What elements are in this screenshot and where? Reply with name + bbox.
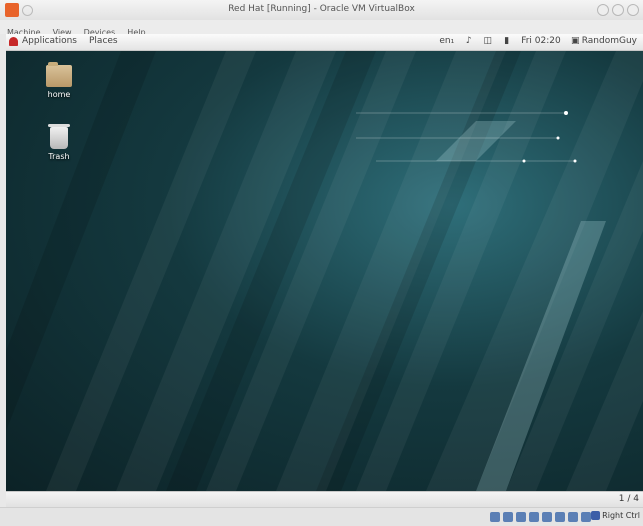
desktop-icon-label: Trash	[48, 152, 70, 161]
shared-folders-icon[interactable]	[529, 512, 539, 522]
host-key-icon	[591, 511, 601, 520]
keyboard-layout-indicator[interactable]: en₁	[439, 36, 454, 46]
wallpaper-stripes	[6, 51, 643, 491]
hard-disk-icon[interactable]	[490, 512, 500, 522]
host-window-title: Red Hat [Running] - Oracle VM VirtualBox	[228, 4, 415, 14]
host-status-bar: Right Ctrl	[0, 507, 643, 526]
workspace-indicator[interactable]: 1 / 4	[619, 494, 639, 504]
minimize-button[interactable]	[597, 4, 609, 16]
redhat-applications-icon[interactable]	[9, 37, 18, 46]
desktop-icon-trash[interactable]: Trash	[34, 124, 84, 161]
network-adapter-icon[interactable]	[555, 512, 565, 522]
guest-bottom-panel: 1 / 4	[6, 491, 643, 508]
trash-icon	[48, 124, 70, 149]
host-key-indicator: Right Ctrl	[591, 511, 640, 520]
places-menu[interactable]: Places	[89, 36, 118, 46]
close-button[interactable]	[627, 4, 639, 16]
user-icon[interactable]: ▣	[571, 36, 580, 46]
desktop-icon-home[interactable]: home	[34, 62, 84, 99]
display-icon[interactable]	[542, 512, 552, 522]
host-menubar: Machine View Devices Help	[0, 20, 643, 37]
applications-menu[interactable]: Applications	[22, 36, 77, 46]
optical-drive-icon[interactable]	[503, 512, 513, 522]
folder-home-icon	[46, 62, 72, 87]
usb-icon[interactable]	[516, 512, 526, 522]
desktop-background: home Trash	[6, 51, 643, 491]
host-key-label: Right Ctrl	[602, 511, 640, 520]
network-icon[interactable]: ◫	[483, 36, 492, 46]
user-menu[interactable]: RandomGuy	[582, 36, 637, 46]
mouse-integration-icon[interactable]	[581, 512, 591, 522]
guest-top-panel: Applications Places en₁ ♪ ◫ ▮ Fri 02:20 …	[6, 34, 643, 51]
capture-icon[interactable]	[568, 512, 578, 522]
desktop-icon-label: home	[47, 90, 71, 99]
host-title-bar: Red Hat [Running] - Oracle VM VirtualBox	[0, 0, 643, 20]
clock[interactable]: Fri 02:20	[521, 36, 561, 46]
battery-power-icon[interactable]: ▮	[502, 36, 511, 46]
maximize-button[interactable]	[612, 4, 624, 16]
volume-icon[interactable]: ♪	[464, 36, 473, 46]
